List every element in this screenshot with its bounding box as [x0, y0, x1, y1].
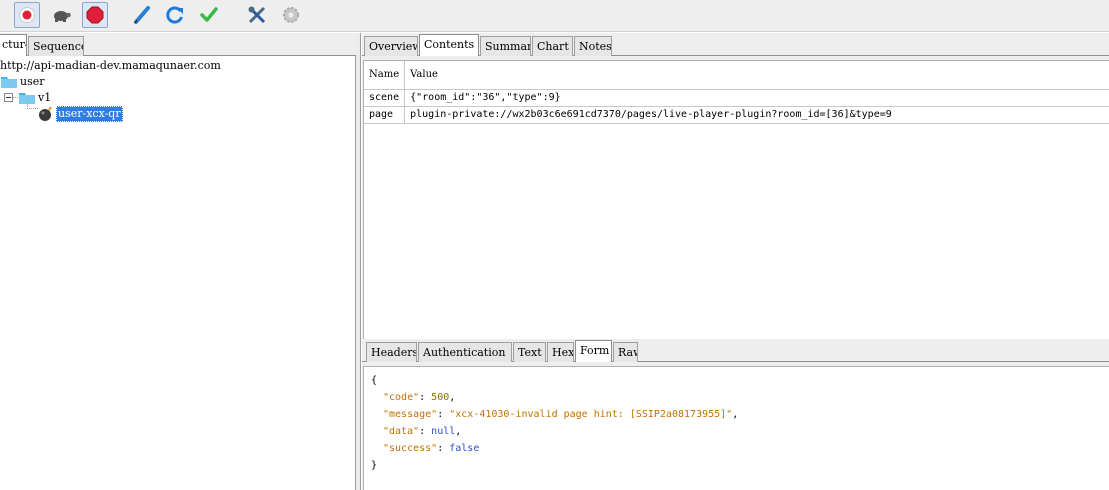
collapse-icon[interactable]	[4, 90, 13, 106]
table-header-row: Name Value	[364, 61, 1109, 90]
tab-text[interactable]: Text	[513, 342, 546, 362]
response-body-view[interactable]: { "code": 500, "message": "xcx-41030-inv…	[363, 366, 1109, 490]
tab-summary[interactable]: Summary	[480, 36, 531, 56]
json-key: "success"	[383, 443, 438, 454]
settings-button[interactable]	[278, 2, 304, 28]
json-line: "code": 500,	[383, 392, 456, 403]
param-name: page	[364, 106, 406, 124]
json-comma: ,	[449, 392, 456, 403]
tab-chart[interactable]: Chart	[532, 36, 573, 56]
tools-icon	[248, 6, 266, 24]
tools-button[interactable]	[244, 2, 270, 28]
folder-icon	[1, 74, 17, 90]
edit-pen-icon	[134, 6, 150, 24]
stop-button[interactable]	[82, 2, 108, 28]
json-value: 500	[431, 392, 450, 403]
record-button[interactable]	[14, 2, 40, 28]
param-value: {"room_id":"36","type":9}	[404, 89, 1109, 107]
validate-check-icon	[200, 7, 218, 22]
parameters-table: Name Value scene {"room_id":"36","type":…	[364, 61, 1109, 124]
json-close-brace: }	[371, 460, 378, 471]
left-tab-bar: cture Sequence	[0, 33, 356, 56]
json-key: "message"	[383, 409, 438, 420]
record-icon	[19, 7, 35, 23]
tree-folder-user[interactable]: user	[20, 74, 45, 90]
failed-request-icon	[38, 106, 54, 122]
json-open-brace: {	[371, 375, 378, 386]
settings-gear-icon	[283, 7, 299, 23]
param-name: scene	[364, 89, 406, 107]
throttle-turtle-icon	[54, 11, 71, 22]
parameters-table-view: Name Value scene {"room_id":"36","type":…	[363, 60, 1109, 339]
tree-request-selected[interactable]: user-xcx-qr	[56, 106, 123, 122]
refresh-button[interactable]	[162, 2, 188, 28]
structure-panel: cture Sequence http://api-madian-dev.mam…	[0, 33, 356, 490]
tab-overview[interactable]: Overview	[364, 36, 418, 56]
json-line: "data": null,	[383, 426, 462, 437]
tab-sequence[interactable]: Sequence	[28, 36, 84, 56]
tab-authentication[interactable]: Authentication	[418, 342, 512, 362]
table-row[interactable]: page plugin-private://wx2b03c6e691cd7370…	[364, 106, 1109, 124]
body-tab-bar: Headers Authentication Text Hex Form Raw	[362, 339, 1109, 362]
tab-contents[interactable]: Contents	[419, 34, 479, 56]
json-value: false	[449, 443, 480, 454]
tab-hex[interactable]: Hex	[547, 342, 574, 362]
tab-structure[interactable]: cture	[0, 34, 27, 56]
tab-headers[interactable]: Headers	[366, 342, 417, 362]
json-line: "message": "xcx-41030-invalid page hint:…	[383, 409, 739, 420]
stop-icon	[86, 6, 104, 24]
tab-notes[interactable]: Notes	[574, 36, 612, 56]
column-header-value[interactable]: Value	[404, 61, 1109, 90]
panel-splitter[interactable]	[356, 33, 361, 490]
refresh-icon	[166, 6, 183, 24]
validate-button[interactable]	[196, 2, 222, 28]
json-value: null	[431, 426, 456, 437]
tree-folder-v1[interactable]: v1	[38, 90, 51, 106]
tab-raw[interactable]: Raw	[613, 342, 638, 362]
json-line: "success": false	[383, 443, 480, 454]
throttle-button[interactable]	[48, 2, 74, 28]
json-key: "code"	[383, 392, 420, 403]
tree-host[interactable]: http://api-madian-dev.mamaqunaer.com	[0, 58, 221, 74]
tab-form[interactable]: Form	[575, 340, 612, 362]
edit-button[interactable]	[129, 2, 155, 28]
json-comma: ,	[455, 426, 462, 437]
json-key: "data"	[383, 426, 420, 437]
json-value: "xcx-41030-invalid page hint: [SSIP2a081…	[449, 409, 733, 420]
json-comma: ,	[732, 409, 739, 420]
right-tab-bar: Overview Contents Summary Chart Notes	[362, 33, 1109, 56]
param-value: plugin-private://wx2b03c6e691cd7370/page…	[404, 106, 1109, 124]
column-header-name[interactable]: Name	[364, 61, 406, 90]
details-panel: Overview Contents Summary Chart Notes Na…	[362, 33, 1109, 490]
table-row[interactable]: scene {"room_id":"36","type":9}	[364, 89, 1109, 107]
main-toolbar	[0, 0, 1109, 32]
